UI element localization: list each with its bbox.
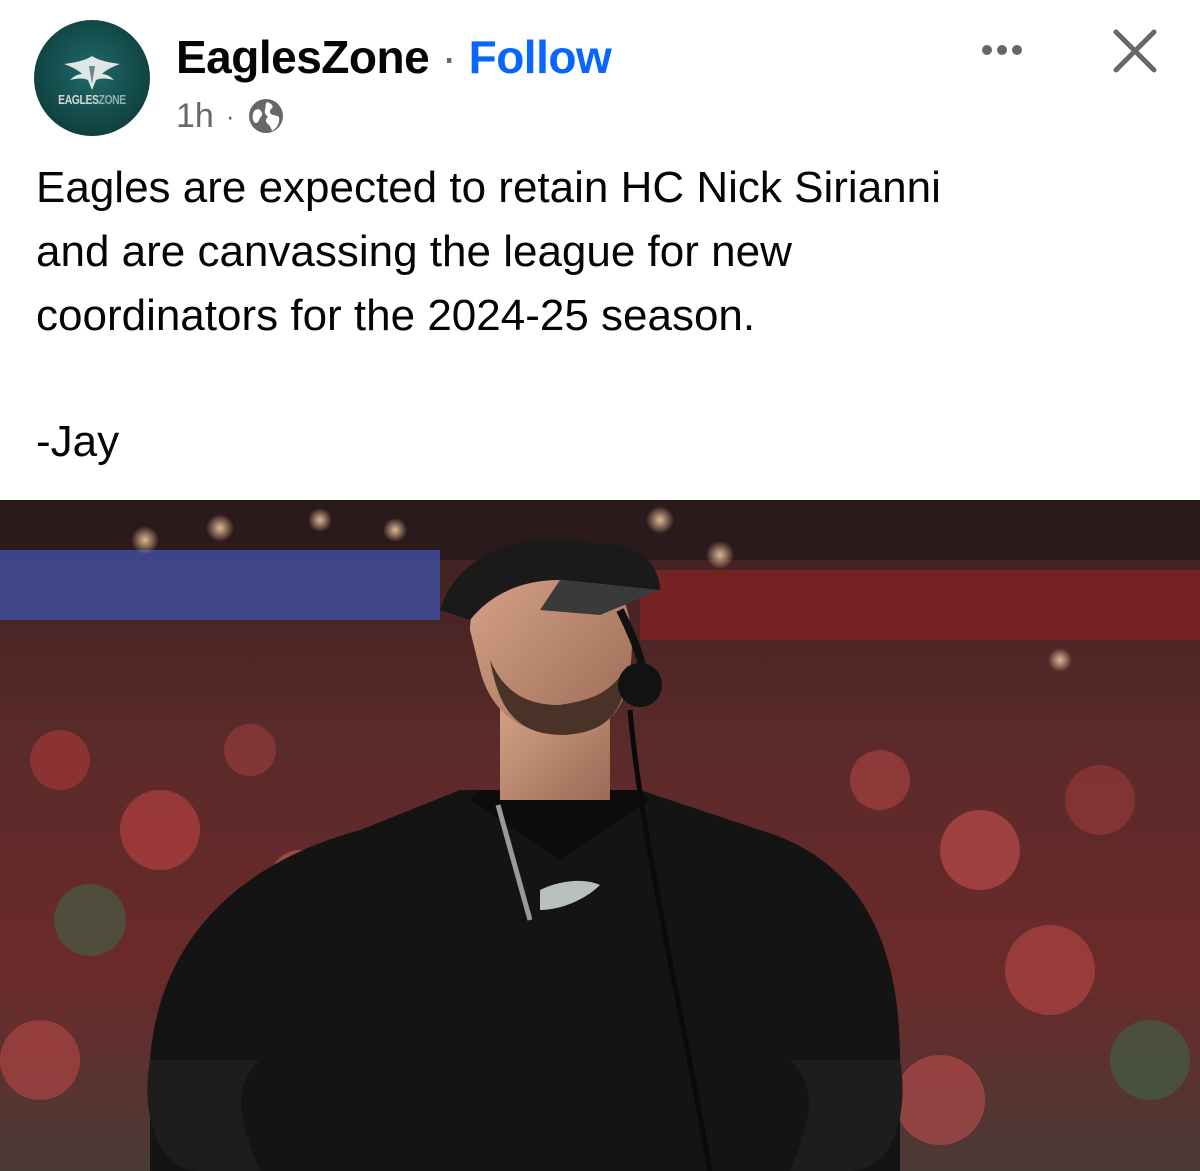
coach-photo [0, 500, 1200, 1171]
post-text: Eagles are expected to retain HC Nick Si… [36, 156, 1166, 348]
post-meta: 1h · [176, 94, 285, 138]
post-text-line: and are canvassing the league for new [36, 227, 792, 276]
page-name-row: EaglesZone · Follow [176, 30, 612, 84]
post-text-line: coordinators for the 2024-25 season. [36, 291, 756, 340]
follow-button[interactable]: Follow [469, 31, 612, 83]
page-avatar[interactable]: EAGLESZONE [34, 20, 150, 136]
page-name-link[interactable]: EaglesZone [176, 31, 430, 83]
more-dot [982, 45, 992, 55]
red-fascia [640, 570, 1200, 640]
more-dot [1012, 45, 1022, 55]
more-dot [997, 45, 1007, 55]
avatar-wordmark: EAGLESZONE [58, 92, 126, 107]
post-header: EAGLESZONE EaglesZone · Follow 1h · [0, 0, 1200, 150]
post-timestamp[interactable]: 1h [176, 94, 214, 138]
name-separator: · [441, 31, 457, 83]
post-photo[interactable] [0, 500, 1200, 1171]
globe-icon[interactable] [247, 97, 285, 135]
close-icon[interactable] [1108, 24, 1162, 78]
meta-separator: · [225, 101, 235, 131]
eagle-logo-icon [64, 56, 120, 90]
post-signature: -Jay [36, 417, 120, 466]
ribbon-board [0, 550, 440, 620]
more-options-icon[interactable] [982, 40, 1036, 60]
post-text-line: Eagles are expected to retain HC Nick Si… [36, 163, 941, 212]
